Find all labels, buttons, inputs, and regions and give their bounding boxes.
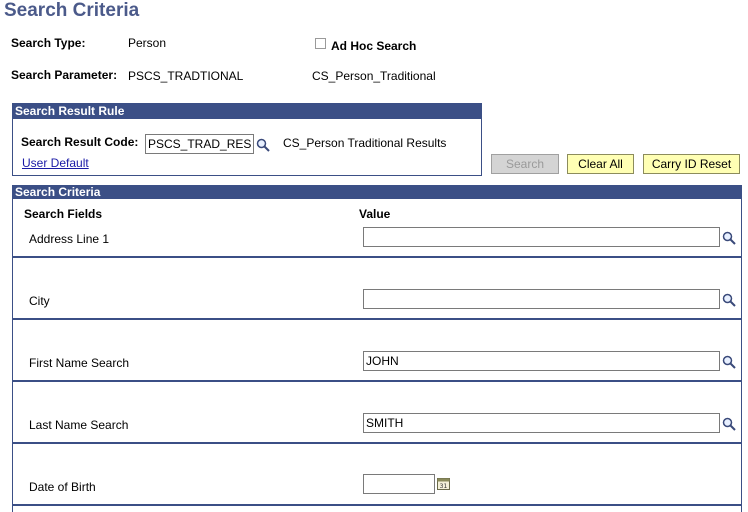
search-fields-column-header: Search Fields [24,207,103,221]
row-divider [13,256,741,258]
last-name-lookup-icon[interactable] [722,417,736,431]
value-column-header: Value [359,207,391,221]
calendar-icon[interactable]: 31 [437,477,450,490]
carry-id-reset-button[interactable]: Carry ID Reset [643,154,740,174]
city-input[interactable] [363,289,720,309]
row-divider [13,380,741,382]
user-default-link[interactable]: User Default [22,156,89,170]
search-result-code-description: CS_Person Traditional Results [283,136,447,150]
city-lookup-icon[interactable] [722,293,736,307]
search-result-rule-box: Search Result Rule Search Result Code: P… [12,103,482,176]
last-name-search-label: Last Name Search [29,418,129,432]
address-line-1-input[interactable] [363,227,720,247]
search-result-code-input[interactable]: PSCS_TRAD_RES [145,134,254,154]
ad-hoc-search-checkbox[interactable] [315,38,326,49]
date-of-birth-input[interactable] [363,474,435,494]
clear-all-button[interactable]: Clear All [567,154,634,174]
svg-text:31: 31 [440,483,448,490]
first-name-lookup-icon[interactable] [722,355,736,369]
search-parameter-value: PSCS_TRADTIONAL [128,69,244,83]
search-parameter-label: Search Parameter: [11,68,118,82]
city-label: City [29,294,50,308]
search-type-label: Search Type: [11,36,86,50]
search-criteria-panel: Search Criteria Search Fields Value Addr… [12,185,742,512]
ad-hoc-search-label: Ad Hoc Search [331,39,417,53]
last-name-search-input[interactable]: SMITH [363,413,720,433]
row-divider [13,442,741,444]
page-title: Search Criteria [4,0,140,21]
search-result-code-lookup-icon[interactable] [256,138,270,152]
first-name-search-input[interactable]: JOHN [363,351,720,371]
date-of-birth-label: Date of Birth [29,480,96,494]
search-type-value: Person [128,36,167,50]
search-button[interactable]: Search [491,154,559,174]
address-line-1-label: Address Line 1 [29,232,110,246]
row-divider [13,504,741,506]
first-name-search-label: First Name Search [29,356,130,370]
search-criteria-header: Search Criteria [13,185,741,199]
search-parameter-description: CS_Person_Traditional [312,69,436,83]
search-result-code-label: Search Result Code: [21,135,139,149]
address-line-1-lookup-icon[interactable] [722,231,736,245]
row-divider [13,318,741,320]
search-result-rule-header: Search Result Rule [13,104,481,119]
